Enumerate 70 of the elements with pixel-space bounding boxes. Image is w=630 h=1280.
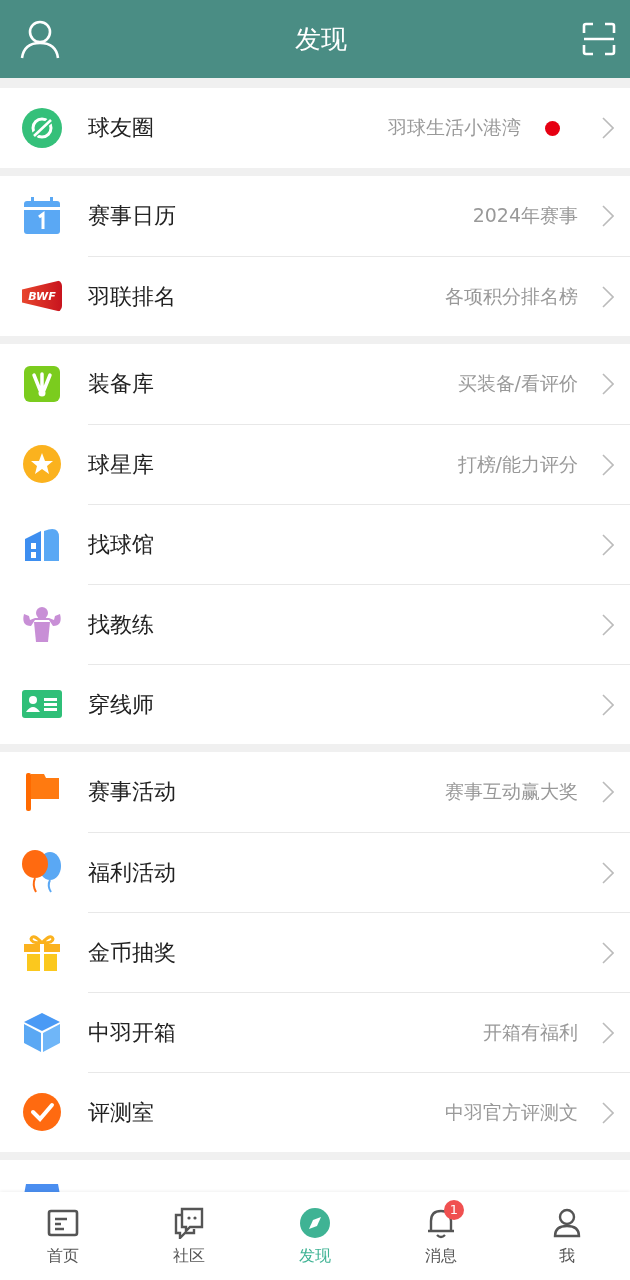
id-card-icon bbox=[22, 690, 62, 718]
menu-detail: 打榜/能力评分 bbox=[457, 451, 578, 477]
chevron-right-icon bbox=[602, 693, 614, 716]
chevron-right-icon bbox=[602, 373, 614, 395]
tab-item[interactable]: 我 bbox=[504, 1192, 630, 1280]
compass-icon bbox=[300, 1207, 330, 1238]
bwf-logo: BWF bbox=[22, 280, 62, 312]
menu-label: 找教练 bbox=[88, 610, 155, 639]
tab-item[interactable]: 1 消息 bbox=[378, 1192, 504, 1280]
menu-label: 羽联排名 bbox=[88, 282, 177, 311]
menu-item[interactable]: 评测室 中羽官方评测文 bbox=[0, 1072, 630, 1152]
news-icon bbox=[47, 1208, 79, 1237]
menu-item[interactable]: 球友圈 羽球生活小港湾 bbox=[0, 88, 630, 168]
chat-icon bbox=[174, 1206, 204, 1239]
menu-label: 赛事日历 bbox=[88, 202, 177, 230]
menu-item[interactable]: 找球馆 bbox=[0, 504, 630, 584]
planet-icon bbox=[22, 108, 62, 148]
menu-label: 球星库 bbox=[88, 450, 155, 479]
chevron-right-icon bbox=[602, 613, 614, 636]
menu-detail: 开箱有福利 bbox=[483, 1019, 578, 1045]
menu-item[interactable]: 球星库 打榜/能力评分 bbox=[0, 424, 630, 504]
page-title: 发现 bbox=[295, 22, 347, 56]
gift-icon bbox=[23, 933, 61, 971]
menu-item[interactable]: 穿线师 bbox=[0, 664, 630, 744]
tab-item[interactable]: 社区 bbox=[126, 1192, 252, 1280]
menu-label: 福利活动 bbox=[88, 858, 177, 887]
menu-detail: 羽球生活小港湾 bbox=[388, 115, 521, 140]
chevron-right-icon bbox=[602, 533, 614, 556]
cube-icon bbox=[23, 1012, 61, 1052]
balloons-icon bbox=[20, 850, 64, 894]
menu-label: 金币抽奖 bbox=[88, 938, 177, 967]
menu-item[interactable]: 赛事日历 2024年赛事 bbox=[0, 176, 630, 256]
chevron-right-icon bbox=[602, 205, 614, 227]
chevron-right-icon bbox=[602, 1101, 614, 1124]
menu-label: 赛事活动 bbox=[88, 778, 177, 806]
menu-detail: 赛事互动赢大奖 bbox=[445, 779, 578, 804]
menu-detail: 买装备/看评价 bbox=[457, 371, 578, 396]
chevron-right-icon bbox=[602, 1021, 614, 1044]
menu-label: 找球馆 bbox=[88, 530, 155, 559]
menu-label: 装备库 bbox=[88, 370, 155, 398]
chevron-right-icon bbox=[602, 781, 614, 803]
menu-detail: 中羽官方评测文 bbox=[445, 1099, 578, 1125]
menu-item[interactable]: 福利活动 bbox=[0, 832, 630, 912]
chevron-right-icon bbox=[602, 453, 614, 476]
menu-item[interactable]: 装备库 买装备/看评价 bbox=[0, 344, 630, 424]
menu-item[interactable]: 赛事活动 赛事互动赢大奖 bbox=[0, 752, 630, 832]
check-icon bbox=[22, 1092, 62, 1132]
menu-item[interactable]: 金币抽奖 bbox=[0, 912, 630, 992]
tab-item[interactable]: 首页 bbox=[0, 1192, 126, 1280]
muscle-icon bbox=[21, 606, 63, 642]
menu-item[interactable]: 找教练 bbox=[0, 584, 630, 664]
person-icon bbox=[553, 1207, 581, 1238]
menu-label: 评测室 bbox=[88, 1098, 155, 1127]
calendar-icon bbox=[23, 197, 61, 235]
user-icon[interactable] bbox=[20, 19, 60, 59]
menu-item[interactable]: 中羽开箱 开箱有福利 bbox=[0, 992, 630, 1072]
chevron-right-icon bbox=[602, 941, 614, 964]
menu-label: 中羽开箱 bbox=[88, 1018, 177, 1047]
count-badge: 1 bbox=[444, 1199, 464, 1220]
chevron-right-icon bbox=[602, 117, 614, 139]
chevron-right-icon bbox=[602, 285, 614, 308]
shuttlecock-icon bbox=[24, 366, 60, 402]
flag-icon bbox=[24, 773, 60, 811]
scan-icon[interactable] bbox=[582, 22, 616, 56]
menu-label: 穿线师 bbox=[88, 690, 155, 719]
menu-detail: 2024年赛事 bbox=[472, 203, 578, 228]
menu-detail: 各项积分排名榜 bbox=[445, 283, 578, 309]
menu-label: 球友圈 bbox=[88, 114, 155, 142]
menu-item[interactable]: BWF 羽联排名 各项积分排名榜 bbox=[0, 256, 630, 336]
chevron-right-icon bbox=[602, 861, 614, 884]
